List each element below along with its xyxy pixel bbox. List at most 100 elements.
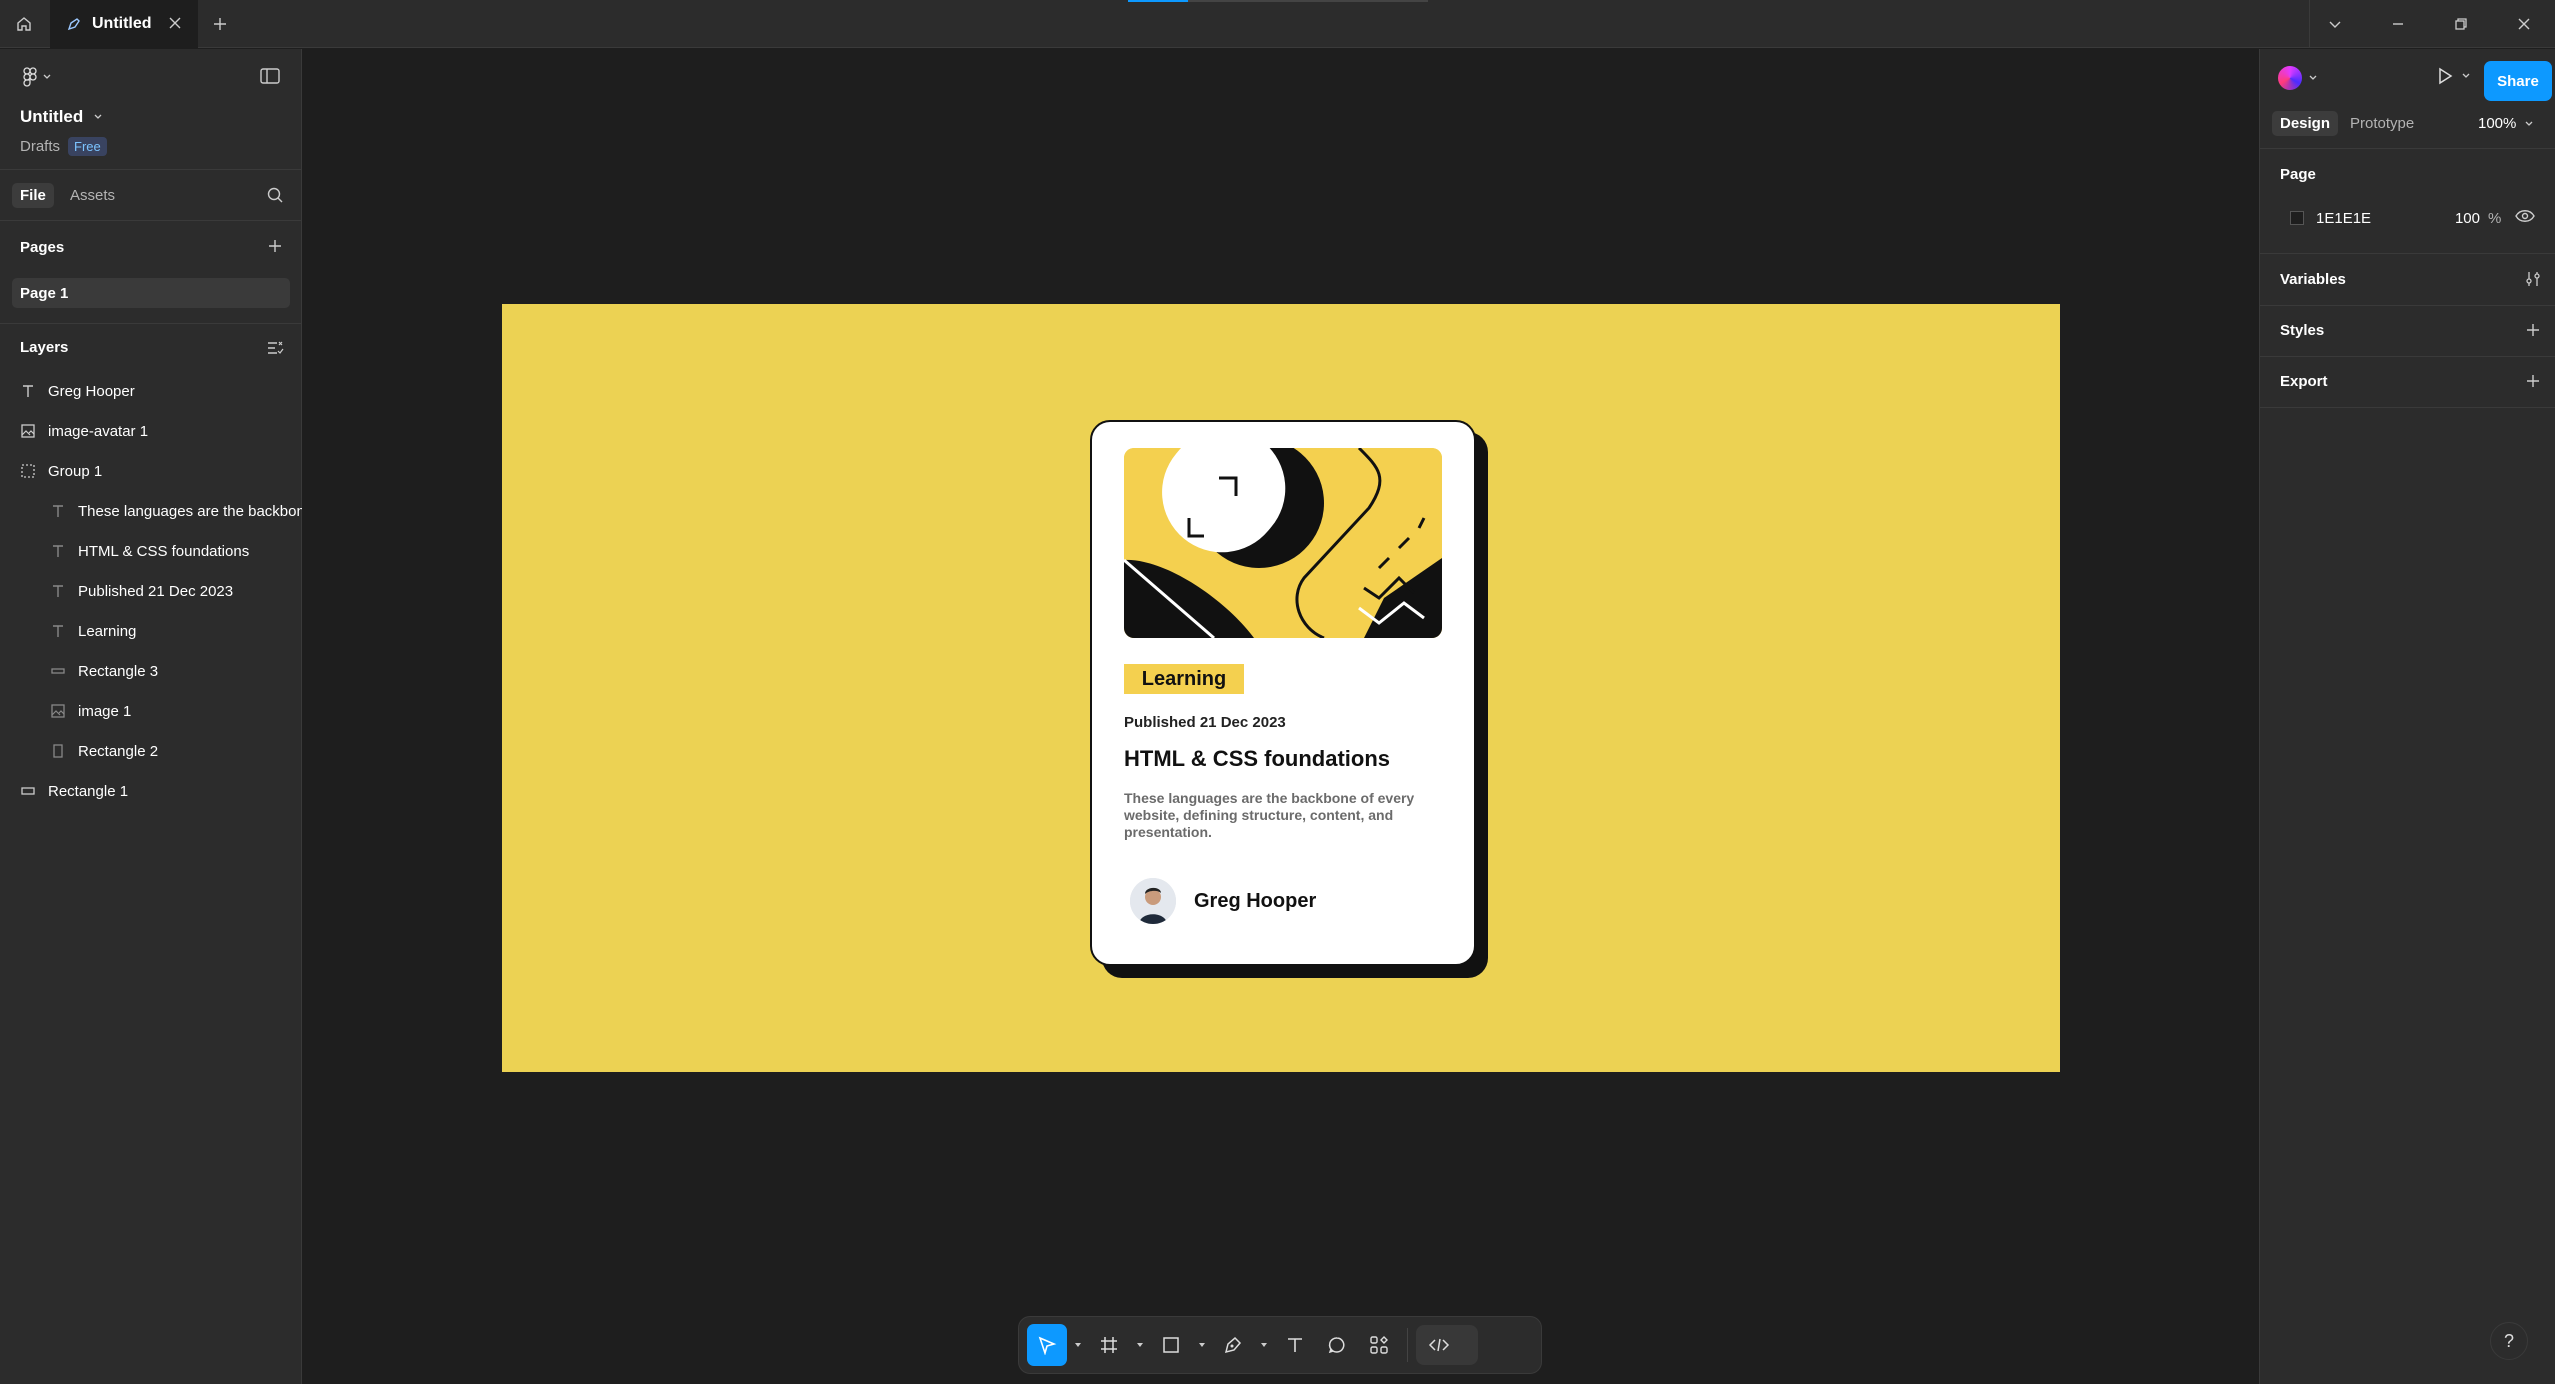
- layer-name: Learning: [78, 622, 137, 640]
- shape-tool-button[interactable]: [1151, 1324, 1191, 1366]
- toggle-sidebar-button[interactable]: [260, 67, 280, 90]
- export-section[interactable]: Export: [2260, 357, 2555, 408]
- page-fill-opacity-input[interactable]: 100: [2440, 210, 2480, 227]
- layer-row[interactable]: Rectangle 3: [50, 657, 158, 685]
- help-button[interactable]: ?: [2490, 1322, 2528, 1360]
- add-style-button[interactable]: [2524, 321, 2542, 344]
- frame-tool-menu[interactable]: [1131, 1324, 1149, 1366]
- rectangle-icon: [50, 663, 66, 679]
- card-title[interactable]: HTML & CSS foundations: [1124, 746, 1390, 772]
- author-name[interactable]: Greg Hooper: [1194, 890, 1316, 913]
- page-item-page-1[interactable]: Page 1: [12, 278, 290, 308]
- layer-row[interactable]: Learning: [50, 617, 136, 645]
- page-fill-swatch[interactable]: [2290, 211, 2304, 225]
- search-icon: [267, 187, 283, 203]
- file-tab-title: Untitled: [92, 15, 152, 32]
- layer-options-button[interactable]: [266, 339, 284, 362]
- file-name[interactable]: Untitled: [20, 107, 103, 127]
- text-icon: [1288, 1338, 1302, 1352]
- layer-row[interactable]: image-avatar 1: [20, 417, 148, 445]
- chevron-down-icon: [1075, 1343, 1081, 1347]
- user-avatar: [2276, 64, 2304, 92]
- layer-row[interactable]: Published 21 Dec 2023: [50, 577, 233, 605]
- variables-section[interactable]: Variables: [2260, 255, 2555, 306]
- chevron-down-icon: [2309, 75, 2317, 80]
- chevron-down-icon: [1261, 1343, 1267, 1347]
- user-menu-button[interactable]: [2276, 64, 2318, 92]
- text-tool-button[interactable]: [1275, 1324, 1315, 1366]
- layer-row[interactable]: These languages are the backbon: [50, 497, 305, 525]
- main-menu-button[interactable]: [22, 67, 52, 87]
- shape-tool-menu[interactable]: [1193, 1324, 1211, 1366]
- design-canvas[interactable]: Learning Published 21 Dec 2023 HTML & CS…: [302, 49, 2259, 1384]
- restore-icon: [2454, 18, 2467, 30]
- share-button[interactable]: Share: [2484, 61, 2552, 101]
- comment-tool-button[interactable]: [1317, 1324, 1357, 1366]
- published-date[interactable]: Published 21 Dec 2023: [1124, 714, 1286, 731]
- layers-heading: Layers: [20, 339, 69, 356]
- tab-design[interactable]: Design: [2272, 111, 2339, 136]
- pen-tool-menu[interactable]: [1255, 1324, 1273, 1366]
- variables-settings-button[interactable]: [2524, 270, 2542, 293]
- group-icon: [20, 463, 36, 479]
- frame-icon: [1101, 1337, 1117, 1353]
- close-tab-button[interactable]: [166, 14, 184, 37]
- move-tool-menu[interactable]: [1069, 1324, 1087, 1366]
- add-export-button[interactable]: [2524, 372, 2542, 395]
- layer-row[interactable]: Greg Hooper: [20, 377, 135, 405]
- category-tag[interactable]: Learning: [1124, 664, 1244, 694]
- rectangle-icon: [50, 743, 66, 759]
- move-tool-button[interactable]: [1027, 1324, 1067, 1366]
- zoom-dropdown[interactable]: 100%: [2478, 115, 2534, 132]
- eye-icon: [2515, 209, 2536, 222]
- pen-tool-button[interactable]: [1213, 1324, 1253, 1366]
- add-page-button[interactable]: [266, 237, 284, 260]
- figma-logo-icon: [23, 67, 37, 87]
- layer-row[interactable]: Group 1: [20, 457, 102, 485]
- layer-row[interactable]: Rectangle 2: [50, 737, 158, 765]
- right-properties-panel: Share Design Prototype 100% Page 1E1E1E …: [2259, 49, 2555, 1384]
- close-window-button[interactable]: [2492, 0, 2555, 48]
- layer-row[interactable]: Rectangle 1: [20, 777, 128, 805]
- frame-tool-button[interactable]: [1089, 1324, 1129, 1366]
- dev-mode-toggle[interactable]: [1416, 1325, 1478, 1365]
- actions-tool-button[interactable]: [1359, 1324, 1399, 1366]
- tab-assets[interactable]: Assets: [62, 183, 123, 208]
- chevron-down-icon: [94, 114, 102, 119]
- tab-file[interactable]: File: [12, 183, 54, 208]
- drafts-link[interactable]: Drafts: [20, 138, 60, 155]
- close-icon: [169, 17, 181, 29]
- layer-row[interactable]: image 1: [50, 697, 131, 725]
- author-row: Greg Hooper: [1130, 878, 1316, 924]
- new-tab-button[interactable]: [208, 12, 232, 36]
- toolbar-divider: [1407, 1328, 1408, 1362]
- layer-name: Greg Hooper: [48, 382, 135, 400]
- code-icon: [1428, 1338, 1450, 1352]
- yellow-frame[interactable]: Learning Published 21 Dec 2023 HTML & CS…: [502, 304, 2060, 1072]
- chevron-down-icon: [2462, 73, 2470, 78]
- search-layers-button[interactable]: [266, 186, 284, 209]
- layer-name: Rectangle 1: [48, 782, 129, 800]
- card-illustration-image[interactable]: [1124, 448, 1442, 638]
- page-fill-hex-input[interactable]: 1E1E1E: [2316, 210, 2440, 227]
- plus-icon: [269, 240, 281, 252]
- card-description[interactable]: These languages are the backbone of ever…: [1124, 790, 1444, 841]
- avatar-image: [1130, 878, 1176, 924]
- file-tab[interactable]: Untitled: [50, 0, 198, 48]
- present-button[interactable]: [2435, 66, 2471, 86]
- visibility-toggle[interactable]: [2515, 209, 2536, 228]
- restore-button[interactable]: [2429, 0, 2492, 48]
- layer-name: Group 1: [48, 462, 103, 480]
- author-avatar[interactable]: [1130, 878, 1176, 924]
- layer-name: These languages are the backbon: [78, 502, 305, 520]
- tab-prototype[interactable]: Prototype: [2342, 111, 2422, 136]
- layer-row[interactable]: HTML & CSS foundations: [50, 537, 249, 565]
- home-button[interactable]: [0, 0, 48, 48]
- export-heading: Export: [2280, 373, 2328, 390]
- chevron-down-icon: [1137, 1343, 1143, 1347]
- styles-section[interactable]: Styles: [2260, 306, 2555, 357]
- tabs-dropdown-button[interactable]: [2303, 0, 2366, 48]
- minimize-button[interactable]: [2366, 0, 2429, 48]
- blog-preview-card[interactable]: Learning Published 21 Dec 2023 HTML & CS…: [1090, 420, 1476, 966]
- left-sidebar: Untitled Drafts Free File Assets Pages P…: [0, 49, 305, 1384]
